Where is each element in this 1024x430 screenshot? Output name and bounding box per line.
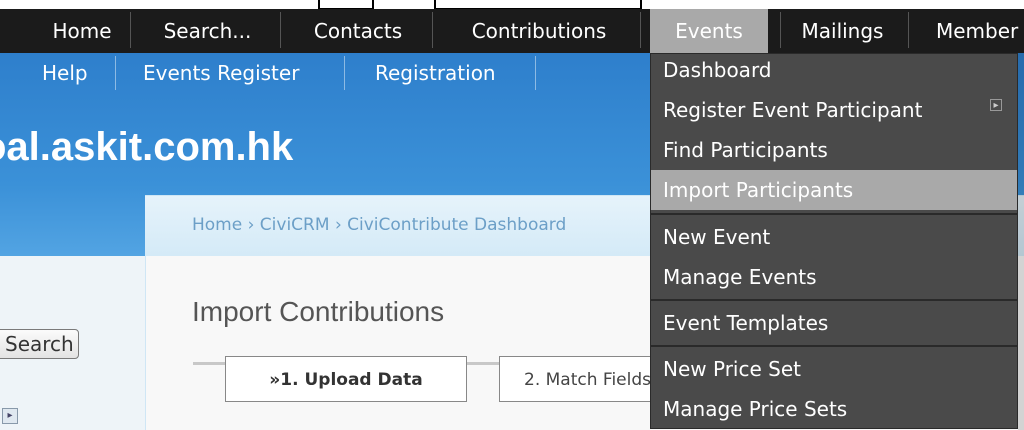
menu-item-event-templates[interactable]: Event Templates [651,303,1017,343]
menu-item-new-price-set[interactable]: New Price Set [651,349,1017,389]
menu-item-manage-events[interactable]: Manage Events [651,257,1017,297]
nav-item-search[interactable]: Search... [145,9,270,53]
nav-divider [780,12,781,48]
subnav-item-registration[interactable]: Registration [375,53,496,93]
subnav-item-events-register[interactable]: Events Register [143,53,299,93]
nav-item-members[interactable]: Member [920,9,1024,53]
menu-item-import-participants[interactable]: Import Participants [651,170,1017,210]
nav-divider [640,12,641,48]
block-toggle-icon[interactable]: ▸ [2,408,18,424]
menu-item-register-event-participant[interactable]: Register Event Participant [651,90,1017,130]
subnav-divider [115,56,116,90]
menu-divider [651,213,1017,215]
nav-divider [432,12,433,48]
menu-item-new-event[interactable]: New Event [651,217,1017,257]
nav-divider [908,12,909,48]
subnav-divider [535,56,536,90]
nav-divider [280,12,281,48]
menu-item-dashboard[interactable]: Dashboard [651,50,1017,90]
dropdown-shadow [1018,53,1024,430]
menu-item-find-participants[interactable]: Find Participants [651,130,1017,170]
wizard-step-upload-data[interactable]: »1. Upload Data [225,356,467,402]
nav-item-events[interactable]: Events [650,9,768,53]
subnav-item-help[interactable]: Help [42,53,88,93]
menu-divider [651,299,1017,301]
menu-item-manage-price-sets[interactable]: Manage Price Sets [651,389,1017,429]
breadcrumb[interactable]: Home › CiviCRM › CiviContribute Dashboar… [192,210,566,240]
menu-divider [651,345,1017,347]
nav-item-home[interactable]: Home [35,9,129,53]
page-title: Import Contributions [192,296,445,327]
nav-divider [130,12,131,48]
nav-item-contacts[interactable]: Contacts [293,9,423,53]
nav-item-mailings[interactable]: Mailings [785,9,900,53]
page: Home Search... Contacts Contributions Ev… [0,0,1024,430]
submenu-arrow-icon: ▸ [990,99,1002,111]
site-title[interactable]: oal.askit.com.hk [0,122,293,172]
subnav-divider [344,56,345,90]
search-button[interactable]: Search [0,329,79,359]
nav-item-contributions[interactable]: Contributions [446,9,632,53]
